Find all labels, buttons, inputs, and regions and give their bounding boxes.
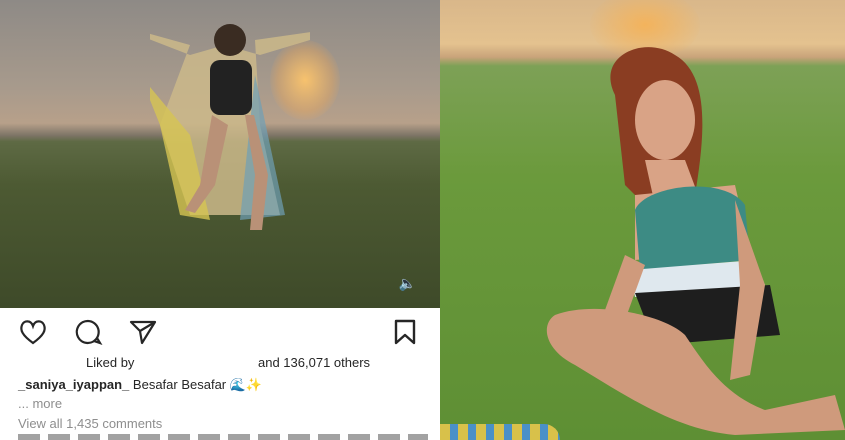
- volume-icon[interactable]: 🔈: [399, 275, 416, 292]
- dancing-woman: [150, 24, 310, 230]
- beach-towel: [440, 424, 560, 440]
- instagram-post: 🔈 Liked by and 136,071 others _saniya_iy…: [0, 0, 440, 440]
- post-video[interactable]: 🔈: [0, 0, 440, 308]
- post-actions: [0, 312, 440, 352]
- heart-icon[interactable]: [18, 318, 48, 346]
- liked-by-label: Liked by: [86, 355, 135, 370]
- caption-username[interactable]: _saniya_iyappan_: [18, 377, 129, 392]
- send-icon[interactable]: [128, 318, 158, 346]
- comment-icon[interactable]: [73, 318, 103, 346]
- more-link[interactable]: ... more: [18, 396, 62, 411]
- seated-woman-photo: [546, 47, 845, 435]
- bookmark-icon[interactable]: [390, 318, 420, 346]
- truncated-comment-row: [18, 434, 428, 440]
- photo-panel: [440, 0, 845, 440]
- view-comments-link[interactable]: View all 1,435 comments: [18, 416, 162, 431]
- likes-count[interactable]: and 136,071 others: [258, 355, 370, 370]
- post-caption: _saniya_iyappan_ Besafar Besafar 🌊✨: [18, 377, 262, 393]
- caption-text: Besafar Besafar 🌊✨: [132, 377, 263, 392]
